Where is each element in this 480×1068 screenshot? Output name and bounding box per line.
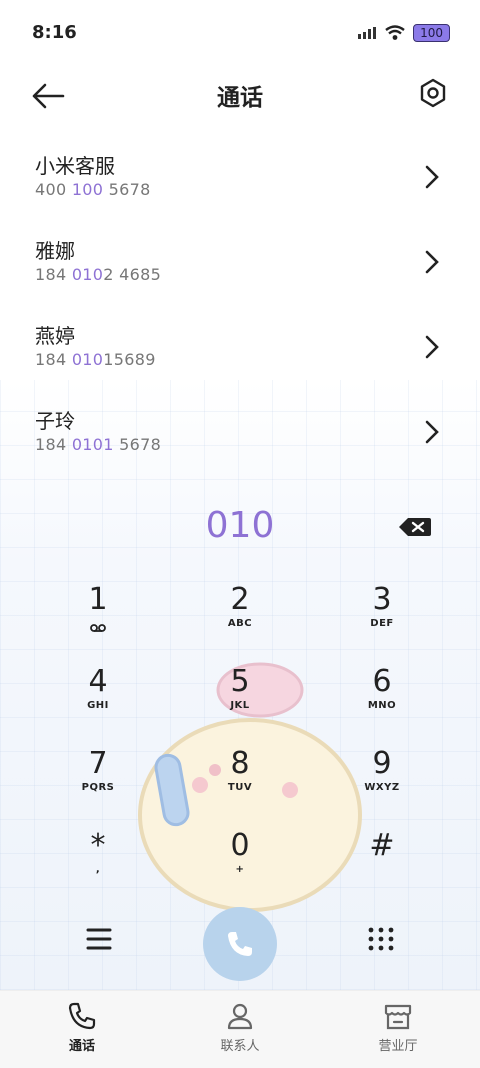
- nav-calls[interactable]: 通话: [32, 1001, 132, 1054]
- key-hash[interactable]: #: [312, 828, 452, 898]
- bottom-nav: 通话 联系人 营业厅: [0, 990, 480, 1068]
- result-row[interactable]: 子玲 184 0101 5678: [0, 393, 480, 478]
- nav-label: 营业厅: [378, 1039, 418, 1054]
- chevron-right-icon[interactable]: [424, 419, 440, 445]
- nav-store[interactable]: 营业厅: [348, 1001, 448, 1054]
- dialpad-toggle-icon[interactable]: [367, 926, 395, 954]
- result-row[interactable]: 燕婷 184 01015689: [0, 308, 480, 393]
- key-0[interactable]: 0 +: [170, 828, 310, 898]
- chevron-right-icon[interactable]: [424, 249, 440, 275]
- contact-name: 燕婷: [35, 324, 75, 348]
- battery-indicator: 100: [413, 24, 450, 42]
- result-row[interactable]: 雅娜 184 0102 4685: [0, 223, 480, 308]
- menu-icon[interactable]: [86, 927, 112, 951]
- key-5[interactable]: 5 JKL: [170, 664, 310, 734]
- page-title: 通话: [217, 85, 263, 111]
- contact-number: 184 0101 5678: [35, 435, 162, 454]
- signal-icon: [358, 27, 377, 39]
- result-row[interactable]: 小米客服 400 100 5678: [0, 138, 480, 223]
- key-4[interactable]: 4 GHI: [28, 664, 168, 734]
- key-9[interactable]: 9 WXYZ: [312, 746, 452, 816]
- key-7[interactable]: 7 PQRS: [28, 746, 168, 816]
- nav-label: 联系人: [220, 1039, 260, 1054]
- contact-number: 184 0102 4685: [35, 265, 162, 284]
- chevron-right-icon[interactable]: [424, 334, 440, 360]
- phone-icon: [228, 932, 252, 956]
- key-star[interactable]: *,: [28, 828, 168, 898]
- phone-icon: [68, 1002, 96, 1030]
- status-time: 8:16: [32, 22, 77, 43]
- contact-number: 184 01015689: [35, 350, 156, 369]
- key-6[interactable]: 6 MNO: [312, 664, 452, 734]
- nav-label: 通话: [68, 1039, 95, 1054]
- key-8[interactable]: 8 TUV: [170, 746, 310, 816]
- contact-name: 雅娜: [35, 239, 75, 263]
- backspace-icon[interactable]: [398, 516, 432, 538]
- header: 通话: [0, 66, 480, 126]
- key-2[interactable]: 2 ABC: [170, 582, 310, 652]
- person-icon: [227, 1003, 253, 1030]
- search-results-list: 小米客服 400 100 5678 雅娜 184 0102 4685 燕婷 18…: [0, 138, 480, 478]
- status-bar: 8:16 100: [0, 0, 480, 66]
- contact-name: 子玲: [35, 409, 75, 433]
- voicemail-icon: [90, 624, 106, 632]
- status-icons: 100: [357, 24, 450, 42]
- store-icon: [384, 1004, 412, 1030]
- key-3[interactable]: 3 DEF: [312, 582, 452, 652]
- settings-hexagon-icon[interactable]: [418, 78, 448, 108]
- chevron-right-icon[interactable]: [424, 164, 440, 190]
- wifi-icon: [385, 25, 405, 40]
- call-button[interactable]: [203, 907, 277, 981]
- contact-name: 小米客服: [35, 154, 115, 178]
- nav-contacts[interactable]: 联系人: [190, 1001, 290, 1054]
- contact-number: 400 100 5678: [35, 180, 151, 199]
- key-1[interactable]: 1: [28, 582, 168, 652]
